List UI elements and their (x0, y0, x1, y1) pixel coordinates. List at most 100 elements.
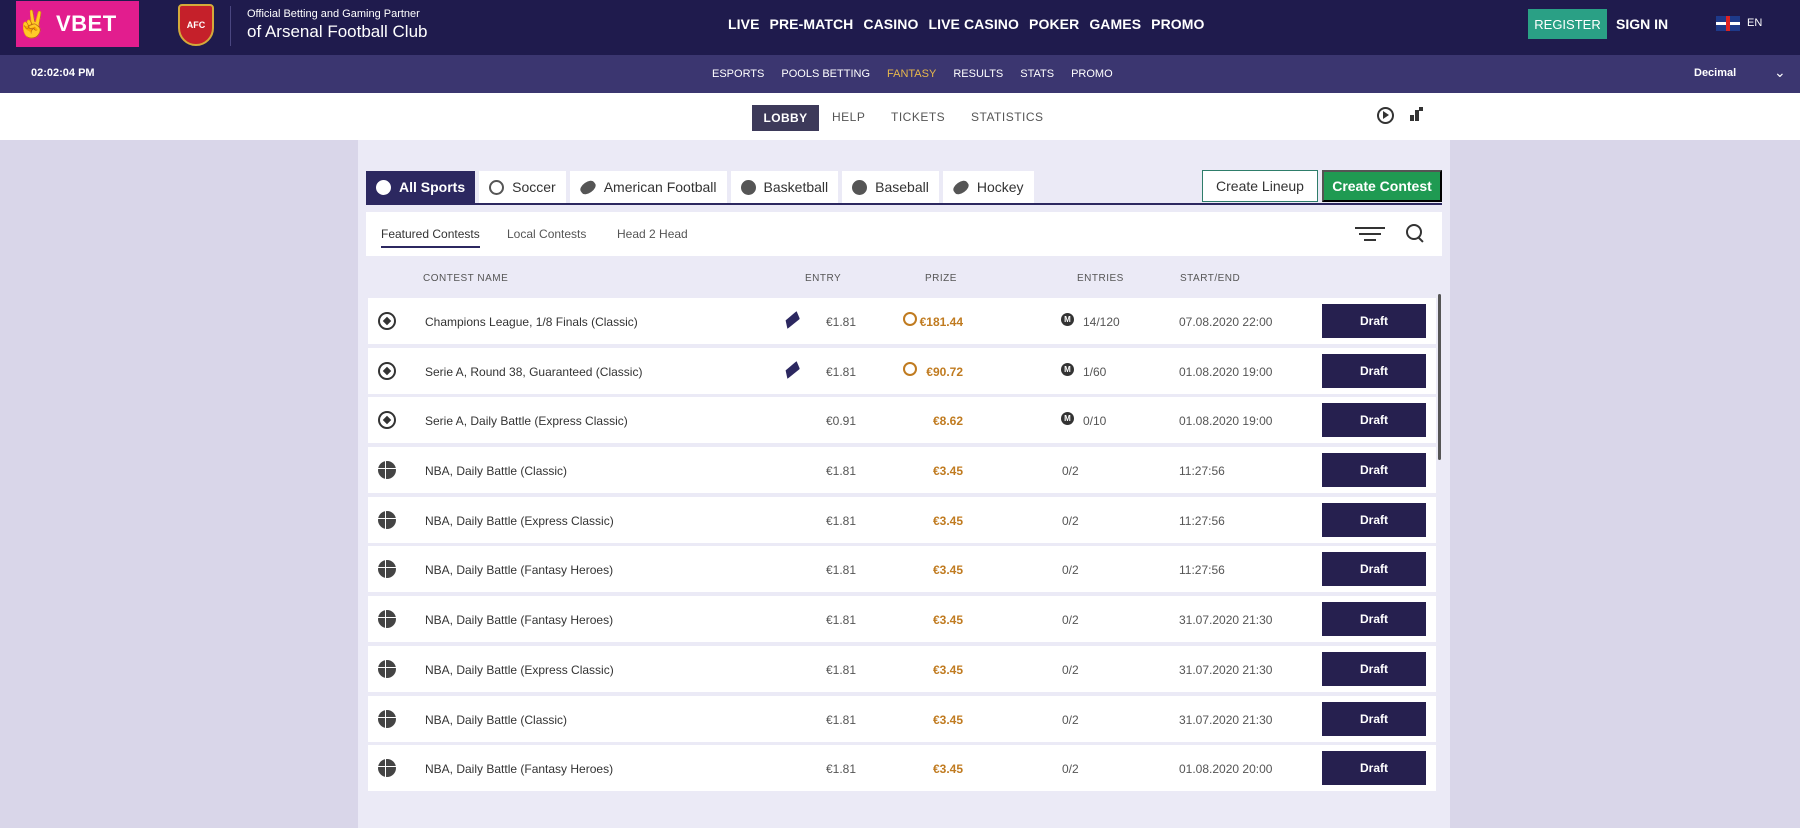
sub-header: 02:02:04 PM ESPORTS POOLS BETTING FANTAS… (0, 55, 1800, 93)
tab-all-sports[interactable]: All Sports (366, 171, 476, 203)
contest-name[interactable]: NBA, Daily Battle (Classic) (425, 713, 567, 727)
entry-fee: €1.81 (825, 613, 856, 628)
table-row[interactable]: Champions League, 1/8 Finals (Classic) €1… (368, 298, 1436, 344)
subnav-stats[interactable]: STATS (1020, 68, 1054, 80)
scrollbar[interactable] (1438, 294, 1441, 460)
basketball-icon (378, 510, 396, 529)
entries-count: 0/2 (1062, 662, 1079, 677)
subnav-pools-betting[interactable]: POOLS BETTING (781, 68, 870, 80)
partner-line-2: of Arsenal Football Club (247, 22, 428, 41)
contest-name[interactable]: NBA, Daily Battle (Classic) (425, 464, 567, 478)
tab-soccer[interactable]: Soccer (479, 171, 566, 203)
tab-head-2-head[interactable]: Head 2 Head (617, 227, 688, 241)
draft-button[interactable]: Draft (1322, 701, 1426, 736)
tab-basketball[interactable]: Basketball (730, 171, 839, 203)
table-row[interactable]: NBA, Daily Battle (Fantasy Heroes) €1.81 €… (368, 745, 1436, 792)
tab-featured-contests[interactable]: Featured Contests (381, 227, 480, 248)
draft-button[interactable]: Draft (1322, 651, 1426, 686)
contest-name[interactable]: Champions League, 1/8 Finals (Classic) (425, 315, 638, 329)
nav-casino[interactable]: CASINO (863, 16, 918, 32)
draft-button[interactable]: Draft (1322, 304, 1426, 338)
contest-name[interactable]: NBA, Daily Battle (Fantasy Heroes) (425, 563, 613, 577)
prize-amount: €3.45 (932, 613, 963, 628)
contest-name[interactable]: NBA, Daily Battle (Express Classic) (425, 663, 614, 677)
nav-poker[interactable]: POKER (1029, 16, 1079, 32)
arsenal-crest-icon: AFC (178, 4, 214, 46)
nav-live-casino[interactable]: LIVE CASINO (928, 16, 1019, 32)
table-row[interactable]: NBA, Daily Battle (Express Classic) €1.81… (368, 496, 1436, 543)
start-time: 01.08.2020 19:00 (1179, 414, 1273, 429)
table-row[interactable]: NBA, Daily Battle (Express Classic) €1.81… (368, 645, 1436, 692)
tab-label: Soccer (512, 179, 556, 195)
create-contest-button[interactable]: Create Contest (1322, 170, 1442, 202)
basketball-icon (378, 759, 396, 778)
tab-baseball[interactable]: Baseball (842, 171, 939, 203)
search-icon[interactable] (1406, 224, 1424, 242)
table-row[interactable]: NBA, Daily Battle (Fantasy Heroes) €1.81 €… (368, 546, 1436, 593)
nav-pre-match[interactable]: PRE-MATCH (770, 16, 854, 32)
subnav-promo[interactable]: PROMO (1071, 68, 1113, 80)
nav-games[interactable]: GAMES (1089, 16, 1141, 32)
table-row[interactable]: Serie A, Round 38, Guaranteed (Classic) €… (368, 347, 1436, 394)
draft-button[interactable]: Draft (1322, 353, 1426, 388)
contest-name[interactable]: NBA, Daily Battle (Fantasy Heroes) (425, 762, 613, 776)
vbet-logo[interactable]: ✌ VBET (16, 1, 139, 47)
contest-name[interactable]: Serie A, Daily Battle (Express Classic) (425, 414, 628, 428)
start-time: 07.08.2020 22:00 (1179, 315, 1273, 329)
tab-statistics[interactable]: STATISTICS (971, 110, 1044, 124)
draft-button[interactable]: Draft (1322, 602, 1426, 637)
nav-live[interactable]: LIVE (728, 16, 760, 32)
sub-nav: ESPORTS POOLS BETTING FANTASY RESULTS ST… (712, 68, 1113, 80)
register-button[interactable]: REGISTER (1528, 9, 1607, 39)
subnav-results[interactable]: RESULTS (953, 68, 1003, 80)
partner-line-1: Official Betting and Gaming Partner (247, 8, 420, 20)
chevron-down-icon[interactable]: ⌄ (1774, 64, 1786, 81)
table-row[interactable]: Serie A, Daily Battle (Express Classic) €… (368, 397, 1436, 444)
draft-button[interactable]: Draft (1322, 751, 1426, 786)
soccer-ball-icon (489, 179, 505, 195)
table-row[interactable]: NBA, Daily Battle (Classic) €1.81 €3.45 0/2… (368, 695, 1436, 742)
leaderboard-icon[interactable] (1408, 107, 1423, 122)
clock: 02:02:04 PM (31, 67, 95, 79)
entries-count: 0/2 (1062, 762, 1079, 777)
tab-label: All Sports (399, 179, 466, 195)
table-row[interactable]: NBA, Daily Battle (Classic) €1.81 €3.45 0/2… (368, 447, 1436, 494)
create-lineup-button[interactable]: Create Lineup (1202, 170, 1318, 202)
tab-lobby[interactable]: LOBBY (752, 105, 819, 131)
draft-button[interactable]: Draft (1322, 403, 1426, 438)
draft-button[interactable]: Draft (1322, 502, 1426, 537)
prize-amount: €3.45 (932, 513, 963, 528)
subnav-fantasy[interactable]: FANTASY (887, 68, 936, 80)
col-prize: PRIZE (925, 273, 957, 284)
contest-name[interactable]: NBA, Daily Battle (Express Classic) (425, 514, 614, 528)
sign-in-link[interactable]: SIGN IN (1616, 16, 1668, 32)
filter-icon[interactable] (1355, 225, 1385, 243)
draft-button[interactable]: Draft (1322, 552, 1426, 587)
table-row[interactable]: NBA, Daily Battle (Fantasy Heroes) €1.81 €… (368, 596, 1436, 643)
entry-fee: €1.81 (825, 563, 856, 578)
entry-fee: €1.81 (825, 513, 856, 528)
soccer-ball-icon (378, 411, 396, 430)
prize-amount: €3.45 (932, 712, 963, 727)
tab-tickets[interactable]: TICKETS (891, 110, 945, 124)
contest-name[interactable]: NBA, Daily Battle (Fantasy Heroes) (425, 613, 613, 627)
tab-help[interactable]: HELP (832, 110, 865, 124)
tab-label: Hockey (976, 179, 1024, 195)
contest-list: Champions League, 1/8 Finals (Classic) €1… (368, 298, 1436, 795)
language-selector[interactable]: EN (1747, 17, 1762, 29)
nav-promo[interactable]: PROMO (1151, 16, 1204, 32)
basketball-icon (378, 709, 396, 728)
play-video-icon[interactable] (1377, 107, 1394, 124)
tab-hockey[interactable]: Hockey (942, 171, 1034, 203)
entries-count: 0/2 (1062, 464, 1079, 479)
contest-name[interactable]: Serie A, Round 38, Guaranteed (Classic) (425, 365, 642, 379)
uk-flag-icon[interactable] (1716, 16, 1740, 31)
main-nav: LIVE PRE-MATCH CASINO LIVE CASINO POKER … (728, 16, 1205, 32)
draft-button[interactable]: Draft (1322, 453, 1426, 488)
tab-american-football[interactable]: American Football (569, 171, 727, 203)
tab-local-contests[interactable]: Local Contests (507, 227, 586, 241)
odds-format-select[interactable]: Decimal (1694, 67, 1736, 79)
start-time: 31.07.2020 21:30 (1179, 662, 1273, 677)
subnav-esports[interactable]: ESPORTS (712, 68, 764, 80)
entries-count: 0/2 (1062, 712, 1079, 727)
